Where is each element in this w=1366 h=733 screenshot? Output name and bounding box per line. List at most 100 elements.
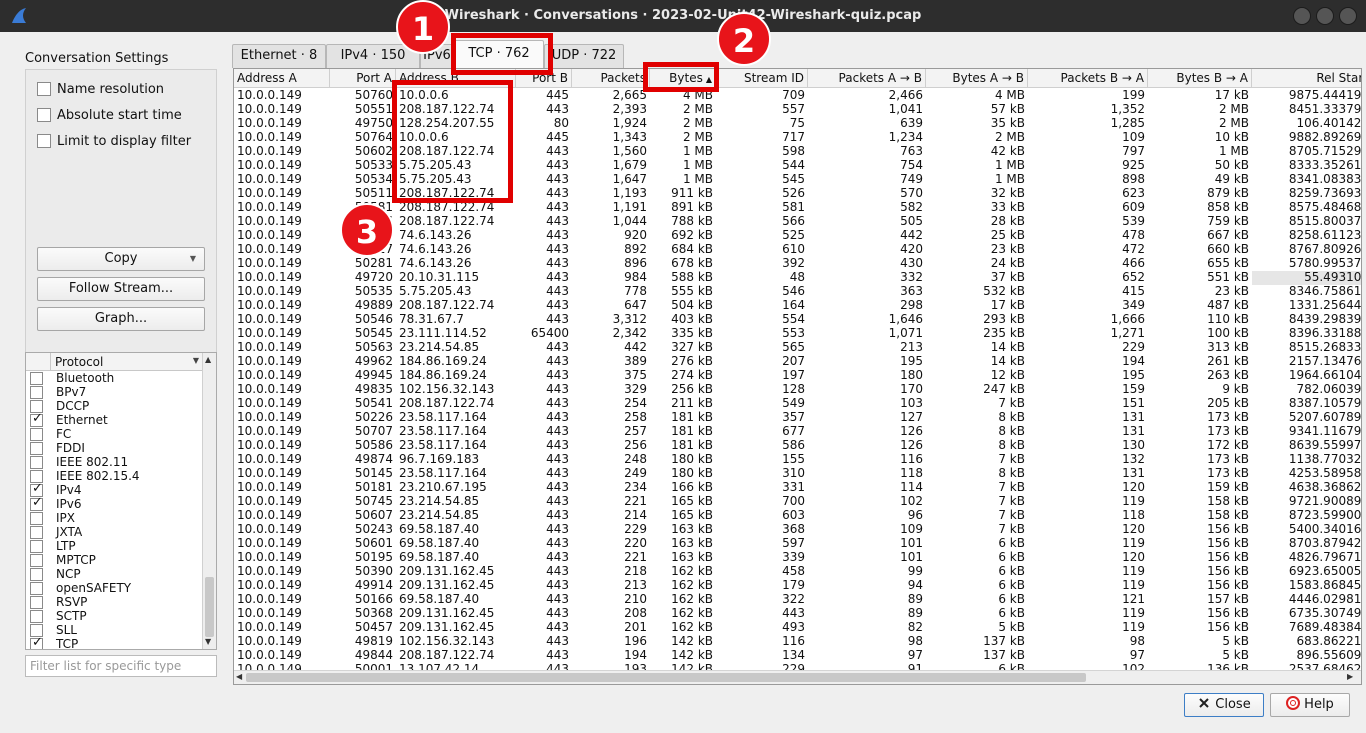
close-button[interactable]: Close xyxy=(1184,693,1264,717)
protocol-item[interactable]: ✓ TCP xyxy=(26,636,204,649)
protocol-checkbox[interactable]: ✓ xyxy=(30,636,43,649)
table-row[interactable]: 10.0.0.149 50745 23.214.54.85 443 221 165 kB 7… xyxy=(234,495,1361,509)
table-row[interactable]: 10.0.0.149 49914 209.131.162.45 443 213 162 k… xyxy=(234,579,1361,593)
scroll-down-icon[interactable]: ▼ xyxy=(205,637,211,646)
protocol-item[interactable]: LTP xyxy=(26,540,204,554)
table-row[interactable]: 10.0.0.14950566208.187.122.744431,044788… xyxy=(234,215,1361,229)
protocol-checkbox[interactable] xyxy=(30,540,43,553)
table-row[interactable]: 10.0.0.149 50607 23.214.54.85 443 214 165 kB 6… xyxy=(234,509,1361,523)
table-row[interactable]: 10.0.0.149 49945 184.86.169.24 443 375 274 kB… xyxy=(234,369,1361,383)
maximize-button[interactable] xyxy=(1316,7,1334,25)
table-row[interactable]: 10.0.0.149 50541 208.187.122.74 443 254 211 k… xyxy=(234,397,1361,411)
protocol-item[interactable]: FC xyxy=(26,428,204,442)
protocol-filter-input[interactable] xyxy=(25,655,217,677)
column-header[interactable]: Packets xyxy=(572,69,650,88)
table-row[interactable]: 10.0.0.149 50563 23.214.54.85 443 442 327 kB 5… xyxy=(234,341,1361,355)
table-row[interactable]: 10.0.0.1495061774.6.143.26443892684 kB61… xyxy=(234,243,1361,257)
table-row[interactable]: 10.0.0.149 50535 5.75.205.43 443 778 555 kB 54… xyxy=(234,285,1361,299)
scroll-up-icon[interactable]: ▲ xyxy=(205,355,211,364)
copy-button[interactable]: Copy ▼ xyxy=(37,247,205,271)
protocol-item[interactable]: IEEE 802.11 xyxy=(26,456,204,470)
scroll-thumb[interactable] xyxy=(205,577,214,637)
follow-stream-button[interactable]: Follow Stream... xyxy=(37,277,205,301)
table-row[interactable]: 10.0.0.149 49819 102.156.32.143 443 196 142 k… xyxy=(234,635,1361,649)
limit-to-display-filter-checkbox[interactable]: Limit to display filter xyxy=(37,132,191,150)
protocol-checkbox[interactable]: ✓ xyxy=(30,496,43,511)
protocol-item[interactable]: IEEE 802.15.4 xyxy=(26,470,204,484)
protocol-checkbox[interactable] xyxy=(30,428,43,441)
table-row[interactable]: 10.0.0.149 49844 208.187.122.74 443 194 142 k… xyxy=(234,649,1361,663)
table-row[interactable]: 10.0.0.149 50243 69.58.187.40 443 229 163 kB 3… xyxy=(234,523,1361,537)
protocol-checkbox[interactable] xyxy=(30,610,43,623)
column-header[interactable]: Address A xyxy=(234,69,330,88)
table-row[interactable]: 10.0.0.149 50281 74.6.143.26 443 896 678 kB 39… xyxy=(234,257,1361,271)
protocol-item[interactable]: ✓ IPv4 xyxy=(26,482,204,498)
protocol-checkbox[interactable] xyxy=(30,372,43,385)
table-row[interactable]: 10.0.0.149 49889 208.187.122.74 443 647 504 k… xyxy=(234,299,1361,313)
checkbox-box[interactable] xyxy=(37,134,51,148)
protocol-item[interactable]: DCCP xyxy=(26,400,204,414)
table-row[interactable]: 10.0.0.149 50145 23.58.117.164 443 249 180 kB… xyxy=(234,467,1361,481)
table-row[interactable]: 10.0.0.149 49835 102.156.32.143 443 329 256 k… xyxy=(234,383,1361,397)
column-header[interactable]: Bytes A → B xyxy=(926,69,1028,88)
protocol-checkbox[interactable] xyxy=(30,582,43,595)
protocol-item[interactable]: ✓ IPv6 xyxy=(26,496,204,512)
tab-udp[interactable]: UDP · 722 xyxy=(544,44,624,68)
protocol-checkbox[interactable] xyxy=(30,442,43,455)
column-header[interactable]: Bytes B → A xyxy=(1148,69,1252,88)
protocol-checkbox[interactable] xyxy=(30,456,43,469)
table-row[interactable]: 10.0.0.14950581208.187.122.744431,191891… xyxy=(234,201,1361,215)
column-header[interactable]: Packets B → A xyxy=(1028,69,1148,88)
absolute-start-time-checkbox[interactable]: Absolute start time xyxy=(37,106,182,124)
protocol-item[interactable]: FDDI xyxy=(26,442,204,456)
help-button[interactable]: Help xyxy=(1270,693,1350,717)
protocol-item[interactable]: RSVP xyxy=(26,596,204,610)
checkbox-box[interactable] xyxy=(37,108,51,122)
table-row[interactable]: 10.0.0.149 50546 78.31.67.7 443 3,312 403 kB 5… xyxy=(234,313,1361,327)
column-header[interactable]: Port A xyxy=(330,69,396,88)
table-row[interactable]: 10.0.0.149 50226 23.58.117.164 443 258 181 kB… xyxy=(234,411,1361,425)
protocol-item[interactable]: ✓ Ethernet xyxy=(26,412,204,428)
chevron-down-icon[interactable]: ▼ xyxy=(193,356,199,365)
protocol-item[interactable]: SCTP xyxy=(26,610,204,624)
protocol-checkbox[interactable] xyxy=(30,596,43,609)
table-row[interactable]: 10.0.0.1495050974.6.143.26443920692 kB52… xyxy=(234,229,1361,243)
minimize-button[interactable] xyxy=(1293,7,1311,25)
protocol-item[interactable]: NCP xyxy=(26,568,204,582)
checkbox-box[interactable] xyxy=(37,82,51,96)
graph-button[interactable]: Graph... xyxy=(37,307,205,331)
protocol-checkbox[interactable] xyxy=(30,526,43,539)
scroll-left-icon[interactable]: ◀ xyxy=(236,672,242,681)
protocol-checkbox[interactable] xyxy=(30,568,43,581)
column-header[interactable]: Stream ID xyxy=(716,69,808,88)
protocol-item[interactable]: SLL xyxy=(26,624,204,638)
table-row[interactable]: 10.0.0.149 50601 69.58.187.40 443 220 163 kB 5… xyxy=(234,537,1361,551)
table-row[interactable]: 10.0.0.149 50166 69.58.187.40 443 210 162 kB 3… xyxy=(234,593,1361,607)
protocol-item[interactable]: BPv7 xyxy=(26,386,204,400)
protocol-checkbox[interactable] xyxy=(30,386,43,399)
protocol-column-header[interactable]: Protocol ▼ xyxy=(26,353,204,371)
table-row[interactable]: 10.0.0.149 49874 96.7.169.183 443 248 180 kB 1… xyxy=(234,453,1361,467)
protocol-item[interactable]: openSAFETY xyxy=(26,582,204,596)
table-row[interactable]: 10.0.0.149 49962 184.86.169.24 443 389 276 kB… xyxy=(234,355,1361,369)
table-row[interactable]: 10.0.0.149 50195 69.58.187.40 443 221 163 kB 3… xyxy=(234,551,1361,565)
table-row[interactable]: 10.0.0.149 50368 209.131.162.45 443 208 162 k… xyxy=(234,607,1361,621)
protocol-item[interactable]: Bluetooth xyxy=(26,372,204,386)
table-row[interactable]: 10.0.0.149 50586 23.58.117.164 443 256 181 kB… xyxy=(234,439,1361,453)
table-row[interactable]: 10.0.0.149 50707 23.58.117.164 443 257 181 kB… xyxy=(234,425,1361,439)
table-row[interactable]: 10.0.0.149 50181 23.210.67.195 443 234 166 kB… xyxy=(234,481,1361,495)
table-row[interactable]: 10.0.0.149 49720 20.10.31.115 443 984 588 kB 4… xyxy=(234,271,1361,285)
name-resolution-checkbox[interactable]: Name resolution xyxy=(37,80,164,98)
table-row[interactable]: 10.0.0.149 50545 23.111.114.52 65400 2,342 33… xyxy=(234,327,1361,341)
column-header[interactable]: Rel Start xyxy=(1252,69,1361,88)
close-window-button[interactable] xyxy=(1339,7,1357,25)
column-header[interactable]: Packets A → B xyxy=(808,69,926,88)
table-row[interactable]: 10.0.0.149 50457 209.131.162.45 443 201 162 k… xyxy=(234,621,1361,635)
protocol-checkbox[interactable] xyxy=(30,512,43,525)
tab-ethernet[interactable]: Ethernet · 8 xyxy=(232,44,326,68)
protocol-item[interactable]: JXTA xyxy=(26,526,204,540)
scroll-thumb[interactable] xyxy=(246,673,1086,682)
table-row[interactable]: 10.0.0.149 50390 209.131.162.45 443 218 162 k… xyxy=(234,565,1361,579)
protocol-checkbox[interactable]: ✓ xyxy=(30,412,43,427)
protocol-checkbox[interactable] xyxy=(30,554,43,567)
